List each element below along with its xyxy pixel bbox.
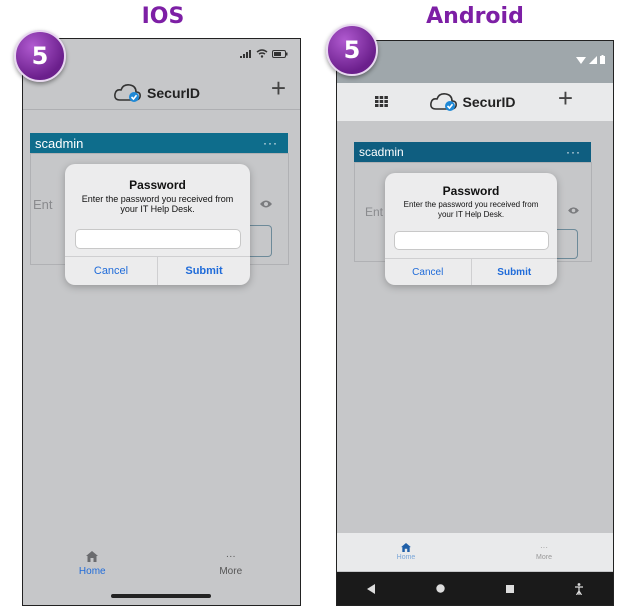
password-input[interactable] xyxy=(75,229,241,249)
ios-app-bar: SecurID + xyxy=(23,73,300,110)
account-menu-button[interactable]: ··· xyxy=(263,136,278,150)
submit-button[interactable]: Submit xyxy=(158,257,250,285)
tab-home-label: Home xyxy=(396,554,416,561)
home-icon xyxy=(401,543,411,552)
add-account-button[interactable]: + xyxy=(558,83,573,114)
add-account-button[interactable]: + xyxy=(271,73,286,104)
home-icon xyxy=(86,551,99,562)
dialog-buttons: Cancel Submit xyxy=(65,256,250,285)
tab-more[interactable]: ··· More xyxy=(162,539,301,589)
step-badge-android: 5 xyxy=(326,24,378,76)
account-menu-button[interactable]: ··· xyxy=(566,145,581,159)
android-app-bar: SecurID + xyxy=(337,83,613,121)
dialog-message-line1: Enter the password you received from xyxy=(403,200,539,209)
android-heading: Android xyxy=(426,4,524,29)
dialog-message-line2: your IT Help Desk. xyxy=(437,210,505,219)
ios-status-icons xyxy=(240,49,288,58)
back-icon[interactable] xyxy=(367,583,376,594)
cancel-button[interactable]: Cancel xyxy=(65,257,157,285)
ios-tab-bar: Home ··· More xyxy=(23,539,300,589)
tab-more-label: More xyxy=(219,566,243,577)
battery-icon xyxy=(272,49,288,58)
dialog-title: Password xyxy=(129,178,186,192)
tab-more[interactable]: ··· More xyxy=(475,533,613,571)
passcode-field-hint: Ent xyxy=(365,205,384,219)
dialog-message-line1: Enter the password you received from xyxy=(81,194,234,204)
dialog-message-line2: your IT Help Desk. xyxy=(120,204,195,214)
ios-screen: SecurID + scadmin ··· Ent Password Enter… xyxy=(22,38,301,606)
brand-label: SecurID xyxy=(147,85,200,101)
recents-icon[interactable] xyxy=(505,584,514,593)
card-field-border xyxy=(555,229,578,259)
password-dialog: Password Enter the password you received… xyxy=(385,173,557,285)
tab-more-label: More xyxy=(536,554,552,561)
dialog-title: Password xyxy=(442,184,500,198)
password-input[interactable] xyxy=(394,231,549,250)
battery-icon xyxy=(600,55,605,64)
passcode-field-hint: Ent xyxy=(33,197,53,212)
cancel-button[interactable]: Cancel xyxy=(385,259,471,285)
securid-logo: SecurID xyxy=(113,83,200,103)
securid-logo: SecurID xyxy=(429,92,516,112)
grid-icon[interactable] xyxy=(375,96,388,107)
password-dialog: Password Enter the password you received… xyxy=(65,164,250,285)
account-name: scadmin xyxy=(359,145,404,159)
android-nav-bar xyxy=(337,572,613,605)
tab-home[interactable]: Home xyxy=(23,539,162,589)
account-name: scadmin xyxy=(35,135,84,151)
more-icon: ··· xyxy=(225,551,236,562)
android-screen: SecurID + scadmin ··· Ent Password Enter… xyxy=(336,40,614,606)
accessibility-icon[interactable] xyxy=(574,582,583,595)
brand-label: SecurID xyxy=(462,94,516,110)
android-status-bar xyxy=(337,41,613,83)
submit-button[interactable]: Submit xyxy=(472,259,558,285)
signal-icon xyxy=(589,55,597,64)
cloud-check-icon xyxy=(114,84,141,102)
more-icon: ··· xyxy=(540,543,548,552)
card-field-border xyxy=(249,225,272,257)
cloud-check-icon xyxy=(429,93,457,111)
wifi-icon xyxy=(576,56,586,64)
wifi-icon xyxy=(256,49,268,58)
android-status-icons xyxy=(576,55,605,64)
ios-heading: IOS xyxy=(141,4,185,29)
eye-icon[interactable] xyxy=(259,199,273,209)
tab-home[interactable]: Home xyxy=(337,533,475,571)
account-card-header[interactable]: scadmin ··· xyxy=(354,142,591,162)
account-card-header[interactable]: scadmin ··· xyxy=(30,133,288,153)
signal-icon xyxy=(240,49,251,58)
home-indicator xyxy=(111,594,211,598)
home-nav-icon[interactable] xyxy=(436,584,445,593)
android-tab-bar: Home ··· More xyxy=(337,533,613,571)
eye-icon[interactable] xyxy=(567,206,580,215)
tab-home-label: Home xyxy=(78,566,106,577)
dialog-buttons: Cancel Submit xyxy=(385,258,557,285)
step-badge-ios: 5 xyxy=(14,30,66,82)
